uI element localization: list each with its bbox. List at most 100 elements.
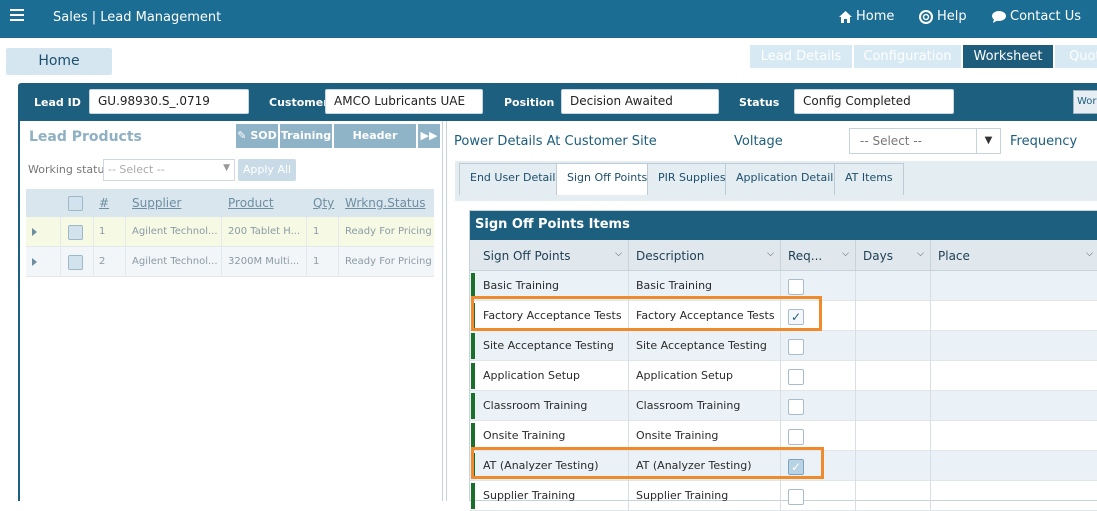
tab-worksheet[interactable]: Worksheet bbox=[963, 45, 1053, 68]
expand-icon[interactable] bbox=[32, 258, 37, 266]
required-cell bbox=[781, 481, 856, 511]
header-details-button[interactable]: Header Details bbox=[334, 124, 416, 166]
working-status-value: -- Select -- bbox=[108, 163, 165, 176]
frequency-label: Frequency bbox=[1010, 134, 1078, 149]
days-cell[interactable] bbox=[856, 451, 931, 481]
row-checkbox[interactable] bbox=[68, 255, 83, 270]
lifebuoy-icon bbox=[919, 9, 933, 24]
required-checkbox[interactable] bbox=[788, 339, 804, 355]
sign-off-description: Application Setup bbox=[629, 361, 781, 391]
required-checkbox[interactable] bbox=[788, 429, 804, 445]
top-bar: Sales | Lead Management Home Help Contac… bbox=[0, 0, 1097, 38]
row-marker bbox=[471, 393, 475, 419]
chevron-down-icon[interactable]: ⌵ bbox=[917, 249, 924, 259]
tab-pir-supplies[interactable]: PIR Supplies bbox=[647, 163, 737, 195]
position-label: Position bbox=[504, 96, 555, 109]
app-title: Sales | Lead Management bbox=[53, 10, 222, 25]
table-row[interactable]: Supplier Training Supplier Training bbox=[470, 481, 1097, 511]
required-checkbox[interactable] bbox=[788, 279, 804, 295]
days-cell[interactable] bbox=[856, 271, 931, 301]
col-place-label: Place bbox=[938, 249, 970, 263]
chevron-down-icon[interactable]: ⌵ bbox=[615, 249, 622, 259]
home-tab[interactable]: Home bbox=[6, 48, 112, 75]
working-status-select[interactable]: -- Select -- ▼ bbox=[103, 159, 235, 181]
lead-id-field[interactable]: GU.98930.S_.0719 bbox=[89, 89, 249, 114]
days-cell[interactable] bbox=[856, 331, 931, 361]
row-product: 3200M Multi... bbox=[228, 256, 300, 267]
row-checkbox[interactable] bbox=[68, 225, 83, 240]
col-description[interactable]: Description ⌵ bbox=[629, 240, 781, 271]
required-checkbox[interactable] bbox=[788, 399, 804, 415]
tab-lead-details[interactable]: Lead Details bbox=[750, 45, 852, 68]
sod-label: SOD bbox=[250, 129, 277, 142]
lead-products-title: Lead Products bbox=[29, 129, 142, 145]
select-all-checkbox[interactable] bbox=[68, 196, 83, 211]
position-field[interactable]: Decision Awaited bbox=[561, 89, 719, 114]
col-num[interactable]: # bbox=[99, 196, 109, 210]
row-status: Ready For Pricing bbox=[345, 256, 432, 267]
hamburger-icon[interactable] bbox=[10, 9, 24, 21]
col-qty[interactable]: Qty bbox=[313, 196, 334, 210]
lead-products-panel: Lead Products ✎ SOD Training Header Deta… bbox=[18, 121, 443, 501]
apply-all-button[interactable]: Apply All bbox=[238, 159, 296, 181]
table-row[interactable]: 1 Agilent Technol... 200 Tablet H... 1 R… bbox=[26, 217, 434, 247]
col-place[interactable]: Place ⌵ bbox=[931, 240, 1097, 271]
nav-contact[interactable]: Contact Us bbox=[992, 9, 1081, 24]
fast-forward-icon[interactable]: ▶▶ bbox=[418, 124, 440, 148]
worksheet-subtabs: End User Details Sign Off Points PIR Sup… bbox=[455, 161, 1097, 201]
days-cell[interactable] bbox=[856, 301, 931, 331]
tab-quote[interactable]: Quot bbox=[1055, 45, 1097, 68]
col-sign-off-points[interactable]: Sign Off Points ⌵ bbox=[470, 240, 629, 271]
col-product[interactable]: Product bbox=[228, 196, 274, 210]
days-cell[interactable] bbox=[856, 421, 931, 451]
table-row[interactable]: Site Acceptance Testing Site Acceptance … bbox=[470, 331, 1097, 361]
table-row[interactable]: Application Setup Application Setup bbox=[470, 361, 1097, 391]
nav-help[interactable]: Help bbox=[919, 9, 967, 24]
col-supplier[interactable]: Supplier bbox=[132, 196, 181, 210]
col-required[interactable]: Req... ⌵ bbox=[781, 240, 856, 271]
col-status[interactable]: Wrkng.Status bbox=[345, 196, 425, 210]
sign-off-point: Supplier Training bbox=[476, 481, 629, 511]
nav-home-label: Home bbox=[856, 9, 895, 24]
sign-off-point: Site Acceptance Testing bbox=[476, 331, 629, 361]
sod-button[interactable]: ✎ SOD bbox=[236, 124, 278, 148]
days-cell[interactable] bbox=[856, 481, 931, 511]
chevron-down-icon: ▼ bbox=[223, 163, 230, 173]
tab-application-details[interactable]: Application Details bbox=[725, 163, 851, 195]
col-required-label: Req... bbox=[788, 249, 823, 263]
row-qty: 1 bbox=[313, 256, 320, 267]
training-button[interactable]: Training bbox=[280, 124, 332, 148]
voltage-label: Voltage bbox=[734, 134, 783, 149]
status-field[interactable]: Config Completed bbox=[794, 89, 954, 114]
voltage-select[interactable]: -- Select -- ▼ bbox=[849, 128, 1001, 154]
customer-field[interactable]: AMCO Lubricants UAE bbox=[325, 89, 483, 114]
required-checkbox[interactable] bbox=[788, 489, 804, 505]
power-details-title: Power Details At Customer Site bbox=[454, 134, 657, 149]
tab-configuration[interactable]: Configuration bbox=[854, 45, 961, 68]
col-sign-off-points-label: Sign Off Points bbox=[483, 249, 571, 263]
customer-label: Customer bbox=[269, 96, 329, 109]
chevron-down-icon[interactable]: ⌵ bbox=[842, 249, 849, 259]
days-cell[interactable] bbox=[856, 391, 931, 421]
nav-help-label: Help bbox=[937, 9, 967, 24]
worksheet-action-button[interactable]: Wor bbox=[1073, 90, 1097, 114]
col-days[interactable]: Days ⌵ bbox=[856, 240, 931, 271]
sign-off-title: Sign Off Points Items bbox=[470, 211, 1097, 240]
row-qty: 1 bbox=[313, 226, 320, 237]
chevron-down-icon[interactable]: ⌵ bbox=[767, 249, 774, 259]
required-checkbox[interactable] bbox=[788, 369, 804, 385]
pencil-icon: ✎ bbox=[237, 129, 247, 142]
tab-sign-off-points[interactable]: Sign Off Points bbox=[556, 163, 659, 195]
home-icon bbox=[839, 10, 852, 23]
sign-off-point: Classroom Training bbox=[476, 391, 629, 421]
table-row[interactable]: Classroom Training Classroom Training bbox=[470, 391, 1097, 421]
highlight-box bbox=[471, 296, 822, 331]
nav-home[interactable]: Home bbox=[839, 9, 894, 24]
days-cell[interactable] bbox=[856, 361, 931, 391]
table-row[interactable]: 2 Agilent Technol... 3200M Multi... 1 Re… bbox=[26, 247, 434, 277]
expand-icon[interactable] bbox=[32, 228, 37, 236]
working-status-label: Working status bbox=[28, 163, 111, 176]
chevron-down-icon[interactable]: ⌵ bbox=[1086, 249, 1093, 259]
row-num: 1 bbox=[99, 226, 106, 237]
tab-at-items[interactable]: AT Items bbox=[834, 163, 904, 195]
